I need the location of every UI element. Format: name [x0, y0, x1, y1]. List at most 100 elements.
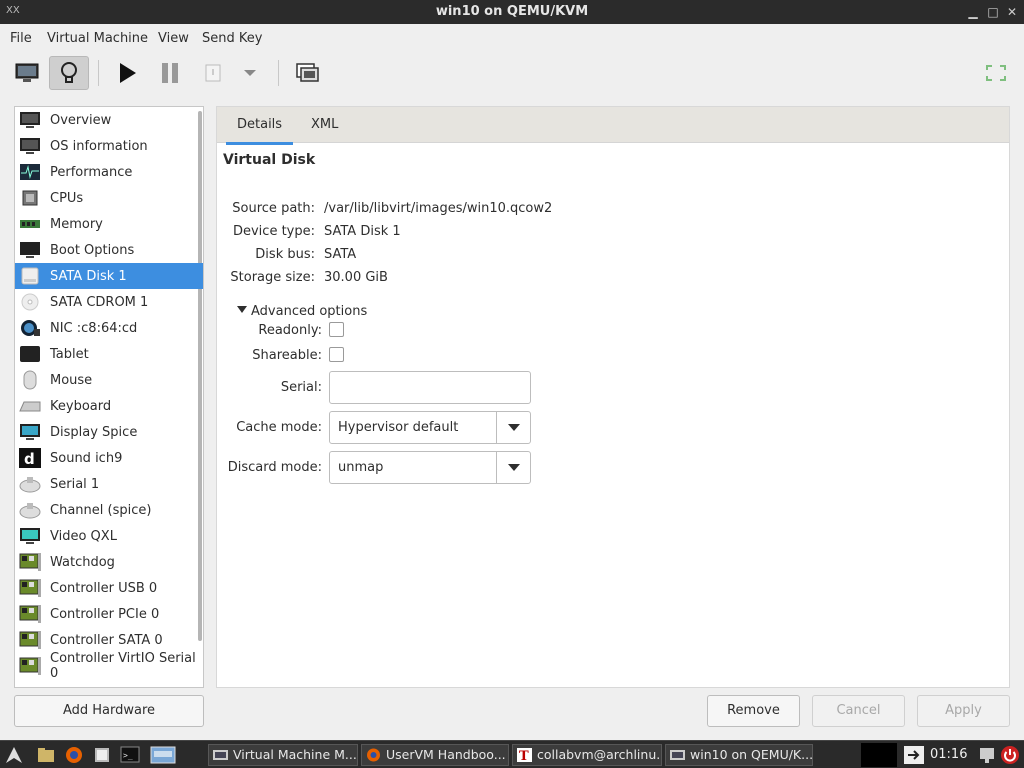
- sidebar-item-label: Tablet: [50, 346, 89, 362]
- terminal-icon[interactable]: >_: [120, 745, 140, 765]
- firefox-icon: [367, 748, 380, 762]
- sidebar-item-label: Sound ich9: [50, 450, 123, 466]
- serial-icon: [18, 474, 42, 494]
- menu-view[interactable]: View: [158, 31, 189, 46]
- tab-details[interactable]: Details: [225, 117, 294, 145]
- menu-file[interactable]: File: [10, 31, 32, 46]
- sidebar-item-label: Controller SATA 0: [50, 632, 163, 648]
- tab-bar: Details XML: [217, 107, 1009, 145]
- sidebar-item[interactable]: Tablet: [15, 341, 203, 367]
- close-icon[interactable]: ✕: [1004, 4, 1020, 20]
- add-hardware-button[interactable]: Add Hardware: [14, 695, 204, 727]
- taskbar-task[interactable]: UserVM Handboo...: [361, 744, 509, 766]
- window-titlebar[interactable]: XX win10 on QEMU/KVM ▁ □ ✕: [0, 0, 1024, 24]
- arch-start-icon[interactable]: [4, 745, 24, 765]
- sidebar-item[interactable]: Controller USB 0: [15, 575, 203, 601]
- sidebar-item[interactable]: Video QXL: [15, 523, 203, 549]
- nic-icon: [18, 318, 42, 338]
- menu-send-key[interactable]: Send Key: [202, 31, 262, 46]
- discard-mode-select[interactable]: unmap: [329, 451, 531, 484]
- advanced-options-expander[interactable]: Advanced options: [237, 304, 367, 319]
- sidebar-item-label: Watchdog: [50, 554, 115, 570]
- cache-mode-value: Hypervisor default: [338, 420, 459, 435]
- snapshots-button[interactable]: [287, 56, 327, 90]
- sidebar-item[interactable]: Serial 1: [15, 471, 203, 497]
- sidebar-item-label: Boot Options: [50, 242, 135, 258]
- virt-manager-icon[interactable]: [150, 745, 176, 765]
- sidebar-item[interactable]: Channel (spice): [15, 497, 203, 523]
- chevron-down-icon[interactable]: [496, 412, 530, 443]
- sidebar-item[interactable]: OS information: [15, 133, 203, 159]
- advanced-options-label: Advanced options: [251, 304, 368, 319]
- storage-size-label: Storage size:: [230, 270, 315, 285]
- sidebar-item[interactable]: Controller VirtIO Serial 0: [15, 651, 203, 681]
- sidebar-item[interactable]: Display Spice: [15, 419, 203, 445]
- sidebar-item-label: OS information: [50, 138, 148, 154]
- tablet-icon: [18, 344, 42, 364]
- sidebar-item[interactable]: Keyboard: [15, 393, 203, 419]
- sidebar-item-label: SATA Disk 1: [50, 268, 127, 284]
- taskbar-task-active[interactable]: win10 on QEMU/K...: [665, 744, 813, 766]
- storage-size-value: 30.00 GiB: [324, 270, 388, 285]
- svg-text:>_: >_: [123, 751, 133, 760]
- cpu-icon: [18, 188, 42, 208]
- device-type-value: SATA Disk 1: [324, 224, 401, 239]
- monitor-icon: [15, 63, 39, 82]
- play-icon: [120, 63, 136, 83]
- sidebar-item[interactable]: Mouse: [15, 367, 203, 393]
- sidebar-item-label: Display Spice: [50, 424, 138, 440]
- minimize-icon[interactable]: ▁: [965, 4, 981, 20]
- sidebar-item[interactable]: NIC :c8:64:cd: [15, 315, 203, 341]
- maximize-icon[interactable]: □: [985, 4, 1001, 20]
- sidebar-item[interactable]: SATA Disk 1: [15, 263, 203, 289]
- network-icon[interactable]: [977, 745, 997, 765]
- fullscreen-button[interactable]: [978, 56, 1014, 90]
- shareable-checkbox[interactable]: [329, 347, 344, 362]
- apply-button[interactable]: Apply: [917, 695, 1010, 727]
- sidebar-item-label: SATA CDROM 1: [50, 294, 149, 310]
- menu-virtual-machine[interactable]: Virtual Machine: [47, 31, 148, 46]
- console-button[interactable]: [7, 56, 47, 90]
- shutdown-menu-button[interactable]: [232, 56, 268, 90]
- tab-xml[interactable]: XML: [311, 117, 338, 132]
- sidebar-item-label: Controller USB 0: [50, 580, 158, 596]
- details-button[interactable]: [49, 56, 89, 90]
- sidebar-item[interactable]: Watchdog: [15, 549, 203, 575]
- discard-mode-value: unmap: [338, 460, 384, 475]
- pause-button[interactable]: [150, 56, 190, 90]
- sidebar-item[interactable]: Controller PCIe 0: [15, 601, 203, 627]
- sidebar-item[interactable]: d Sound ich9: [15, 445, 203, 471]
- logout-icon[interactable]: [903, 745, 925, 765]
- readonly-checkbox[interactable]: [329, 322, 344, 337]
- remove-button[interactable]: Remove: [707, 695, 800, 727]
- sidebar-item[interactable]: Boot Options: [15, 237, 203, 263]
- cancel-button[interactable]: Cancel: [812, 695, 905, 727]
- run-button[interactable]: [107, 56, 147, 90]
- sidebar-item[interactable]: Performance: [15, 159, 203, 185]
- sidebar-item[interactable]: Overview: [15, 107, 203, 133]
- folder-icon[interactable]: [36, 745, 56, 765]
- disk-icon: [18, 266, 42, 286]
- cache-mode-select[interactable]: Hypervisor default: [329, 411, 531, 444]
- source-path-label: Source path:: [232, 201, 315, 216]
- sidebar-item[interactable]: CPUs: [15, 185, 203, 211]
- sidebar-item[interactable]: Memory: [15, 211, 203, 237]
- chevron-down-icon[interactable]: [496, 452, 530, 483]
- taskbar-task[interactable]: T collabvm@archlinu...: [512, 744, 662, 766]
- sidebar-item-label: Memory: [50, 216, 103, 232]
- firefox-icon[interactable]: [64, 745, 84, 765]
- sidebar-item[interactable]: Controller SATA 0: [15, 627, 203, 653]
- files-icon[interactable]: [92, 745, 112, 765]
- card-icon: [18, 656, 42, 676]
- taskbar-task[interactable]: Virtual Machine M...: [208, 744, 358, 766]
- window-title: win10 on QEMU/KVM: [435, 4, 589, 19]
- shutdown-button[interactable]: [193, 56, 233, 90]
- lightbulb-icon: [61, 62, 77, 83]
- sidebar-item-label: Performance: [50, 164, 133, 180]
- svg-text:d: d: [24, 450, 35, 468]
- display-icon: [18, 422, 42, 442]
- serial-input[interactable]: [329, 371, 531, 404]
- sidebar-item[interactable]: SATA CDROM 1: [15, 289, 203, 315]
- power-icon[interactable]: [1000, 745, 1020, 765]
- card-icon: [18, 630, 42, 650]
